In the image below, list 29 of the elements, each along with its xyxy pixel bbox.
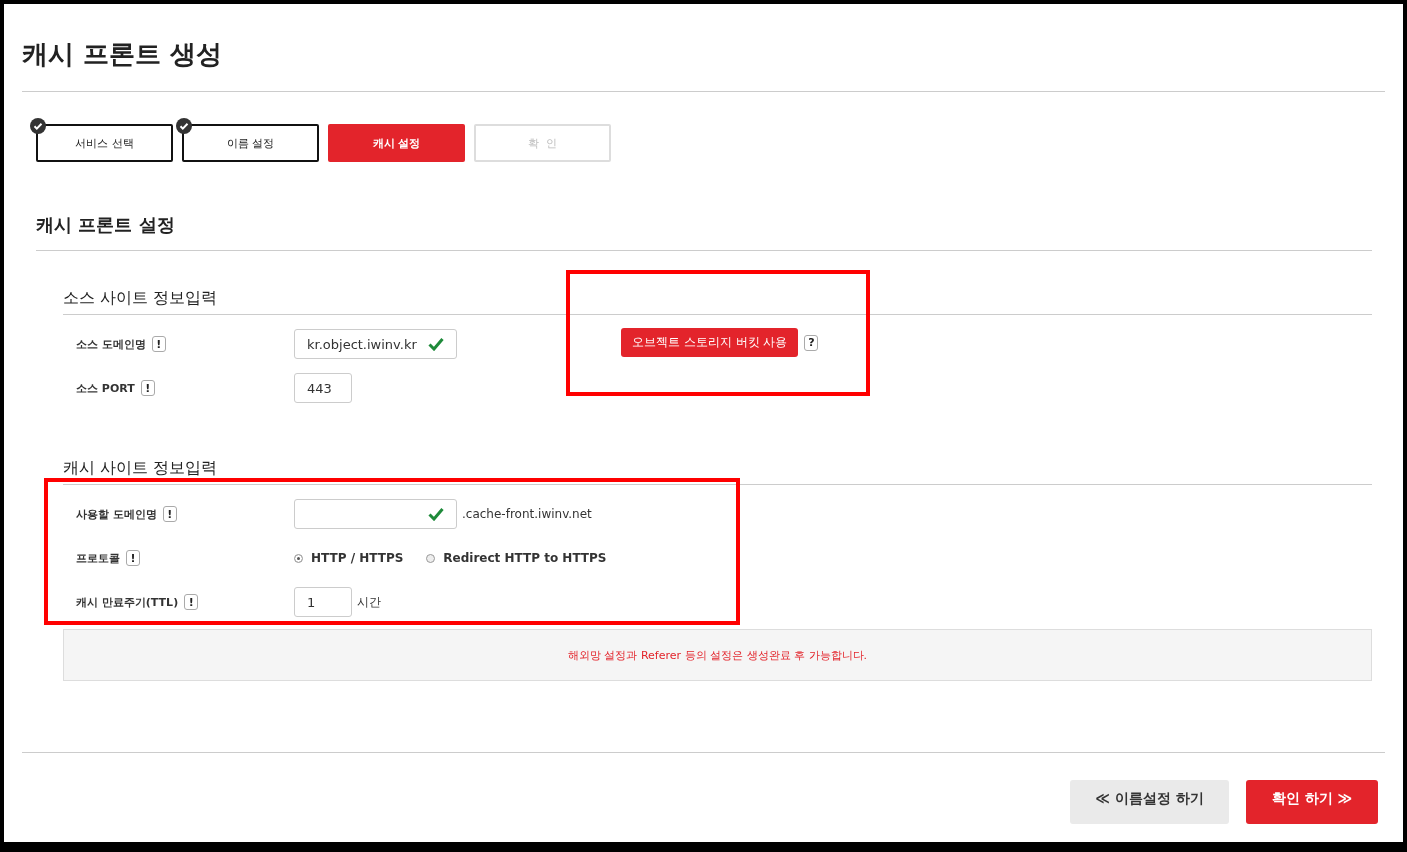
confirm-button[interactable]: 확인 하기 ≫ (1246, 780, 1378, 824)
subsection-title: 캐시 사이트 정보입력 (63, 458, 219, 479)
radio-button[interactable] (426, 553, 436, 563)
input-field[interactable]: 443 (294, 373, 352, 403)
info-icon[interactable]: ? (804, 334, 819, 351)
field-suffix: 시간 (357, 593, 381, 611)
bucket-button[interactable]: 오브젝트 스토리지 버킷 사용 (621, 328, 799, 357)
page-title: 캐시 프론트 생성 (22, 38, 223, 71)
radio-label: HTTP / HTTPS (311, 551, 404, 565)
back-button[interactable]: ≪ 이름설정 하기 (1070, 780, 1229, 824)
field-label: 소스 도메인명 (76, 336, 146, 352)
radio-button[interactable] (294, 553, 303, 563)
input-field[interactable]: 1 (294, 587, 352, 617)
field-suffix: .cache-front.iwinv.net (462, 507, 592, 521)
subsection-title: 소스 사이트 정보입력 (63, 288, 219, 309)
info-icon[interactable]: ! (162, 506, 177, 522)
field-label: 사용할 도메인명 (76, 506, 157, 522)
field-label: 프로토콜 (76, 550, 120, 566)
field-label: 캐시 만료주기(TTL) (76, 594, 179, 610)
radio-label: Redirect HTTP to HTTPS (443, 551, 607, 565)
info-icon[interactable]: ! (151, 336, 166, 352)
section-title: 캐시 프론트 설정 (36, 214, 176, 237)
info-icon[interactable]: ! (126, 550, 140, 566)
info-icon[interactable]: ! (140, 380, 155, 396)
field-label: 소스 PORT (76, 380, 135, 396)
input-field[interactable] (294, 499, 457, 529)
notice-text: 해외망 설정과 Referer 등의 설정은 생성완료 후 가능합니다. (567, 647, 868, 663)
input-field[interactable]: kr.object.iwinv.kr (294, 329, 457, 359)
info-icon[interactable]: ! (184, 594, 199, 610)
